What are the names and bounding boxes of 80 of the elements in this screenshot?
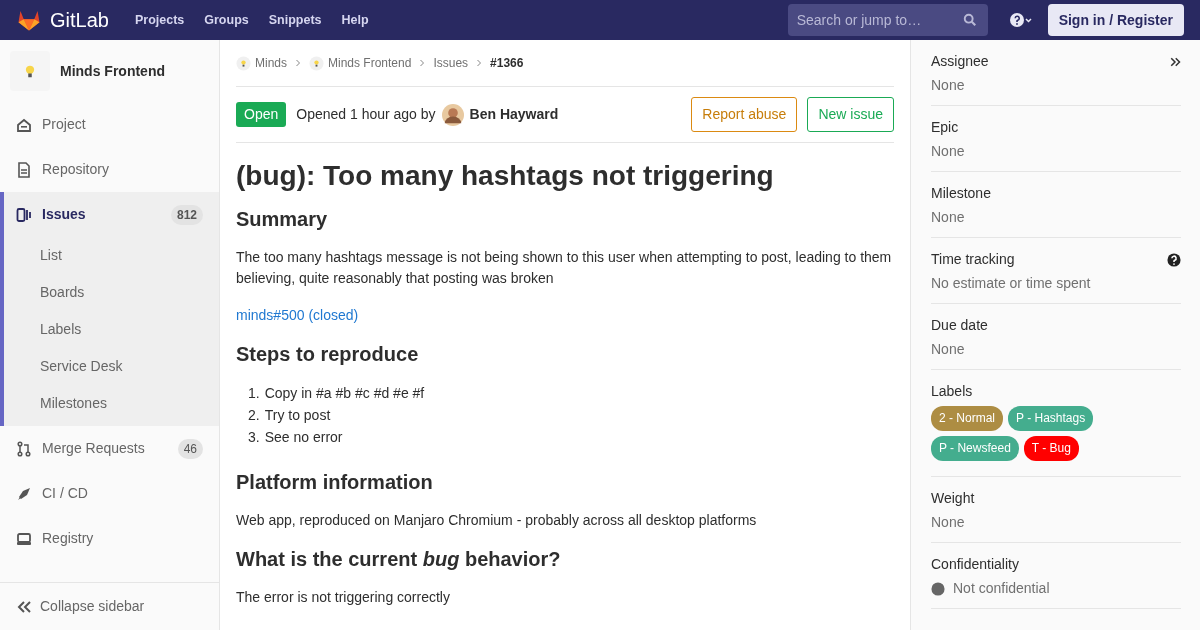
- submenu-item[interactable]: Boards: [0, 274, 219, 311]
- sidebar-heading: Due date: [931, 316, 988, 335]
- paragraph: The too many hashtags message is not being shown to this user when attempting to post, leading to them believing, quite reasonably that posting was broken: [236, 247, 893, 288]
- opened-text: Opened 1 hour ago by: [296, 105, 436, 124]
- sidebar-item[interactable]: CI / CD: [0, 471, 219, 516]
- nav-link[interactable]: Groups: [204, 10, 249, 30]
- help-icon: [1167, 252, 1181, 267]
- breadcrumb-link[interactable]: Issues: [433, 54, 469, 72]
- sidebar-item[interactable]: Repository: [0, 147, 219, 192]
- search-icon: [962, 13, 977, 27]
- sidebar-item[interactable]: Registry: [0, 516, 219, 561]
- label-tag[interactable]: T - Bug: [1023, 436, 1079, 461]
- list-number: 2.: [248, 405, 260, 425]
- list-item: See no error: [264, 427, 343, 447]
- list-item: Copy in #a #b #c #d #e #f: [264, 383, 425, 403]
- bulb-icon: [236, 55, 251, 71]
- search-field[interactable]: Search or jump to…: [787, 4, 988, 36]
- label-tag[interactable]: P - Newsfeed: [931, 436, 1019, 461]
- chevron-icon: [475, 59, 484, 67]
- count-badge: 812: [170, 204, 203, 225]
- section-heading: Summary: [236, 206, 329, 231]
- monitor-icon: [16, 530, 32, 547]
- list-number: 3.: [248, 427, 260, 447]
- issue-link[interactable]: minds#500 (closed): [236, 306, 359, 323]
- label-tag[interactable]: P - Hashtags: [1008, 406, 1094, 431]
- chevron-icon: [418, 59, 427, 67]
- chevron-icon: [294, 59, 302, 67]
- new-issue-button[interactable]: New issue: [807, 97, 894, 132]
- issues-icon: [16, 206, 32, 223]
- field-value: Not confidential: [953, 579, 1050, 598]
- issue-title: (bug): Too many hashtags not triggering: [236, 159, 775, 193]
- sign-in-button[interactable]: Sign in / Register: [1047, 4, 1184, 36]
- paragraph: Web app, reproduced on Manjaro Chromium - probably across all desktop platforms: [236, 510, 758, 530]
- bulb-icon: [309, 55, 324, 71]
- sidebar-item[interactable]: Issues 812: [0, 192, 219, 237]
- project-name[interactable]: Minds Frontend: [60, 60, 165, 82]
- submenu-item[interactable]: Service Desk: [0, 348, 219, 385]
- field-value: None: [931, 142, 965, 161]
- submenu-item[interactable]: Milestones: [0, 385, 219, 422]
- nav-link[interactable]: Projects: [134, 10, 185, 30]
- section-heading: What is the current bug behavior?: [236, 546, 562, 571]
- paragraph: The error is not triggering correctly: [236, 587, 451, 607]
- report-button[interactable]: Report abuse: [691, 97, 798, 132]
- author-name[interactable]: Ben Hayward: [469, 104, 559, 125]
- nav-link[interactable]: Help: [341, 10, 369, 30]
- breadcrumb-link[interactable]: Minds: [236, 54, 287, 72]
- status-badge: Open: [236, 102, 287, 127]
- count-badge: 46: [177, 438, 203, 459]
- document-icon: [16, 161, 32, 178]
- sidebar-heading: Confidentiality: [931, 555, 1019, 574]
- sidebar-heading: Epic: [931, 118, 959, 137]
- field-value: None: [931, 340, 965, 359]
- sidebar-heading: Labels: [931, 382, 973, 401]
- breadcrumb-current: #1366: [490, 55, 524, 72]
- double-chevron-icon: [16, 598, 32, 615]
- submenu-item[interactable]: Labels: [0, 311, 219, 348]
- list-item: Try to post: [264, 405, 331, 425]
- submenu-item[interactable]: List: [0, 237, 219, 274]
- sidebar-item[interactable]: Merge Requests 46: [0, 426, 219, 471]
- breadcrumb-link[interactable]: Minds Frontend: [309, 54, 412, 72]
- list-number: 1.: [248, 383, 260, 403]
- merge-request-icon: [16, 440, 32, 457]
- sidebar-item[interactable]: Project: [0, 102, 219, 147]
- fox-logo: [16, 8, 42, 32]
- avatar-icon: [441, 103, 464, 126]
- field-value: None: [931, 76, 965, 95]
- section-heading: Platform information: [236, 469, 434, 494]
- label-tag[interactable]: 2 - Normal: [931, 406, 1003, 431]
- sidebar-heading: Assignee: [931, 52, 989, 71]
- sidebar-heading: Milestone: [931, 184, 991, 203]
- sidebar-heading: Time tracking: [931, 250, 1015, 269]
- house-icon: [16, 116, 32, 133]
- brand-name: GitLab: [50, 8, 109, 33]
- nav-link[interactable]: Snippets: [268, 10, 322, 30]
- double-chevron-icon: [1169, 55, 1181, 68]
- field-value: None: [931, 208, 965, 227]
- field-value: None: [931, 513, 965, 532]
- section-heading: Steps to reproduce: [236, 341, 420, 366]
- sidebar-heading: Weight: [931, 489, 975, 508]
- field-value: No estimate or time spent: [931, 274, 1091, 293]
